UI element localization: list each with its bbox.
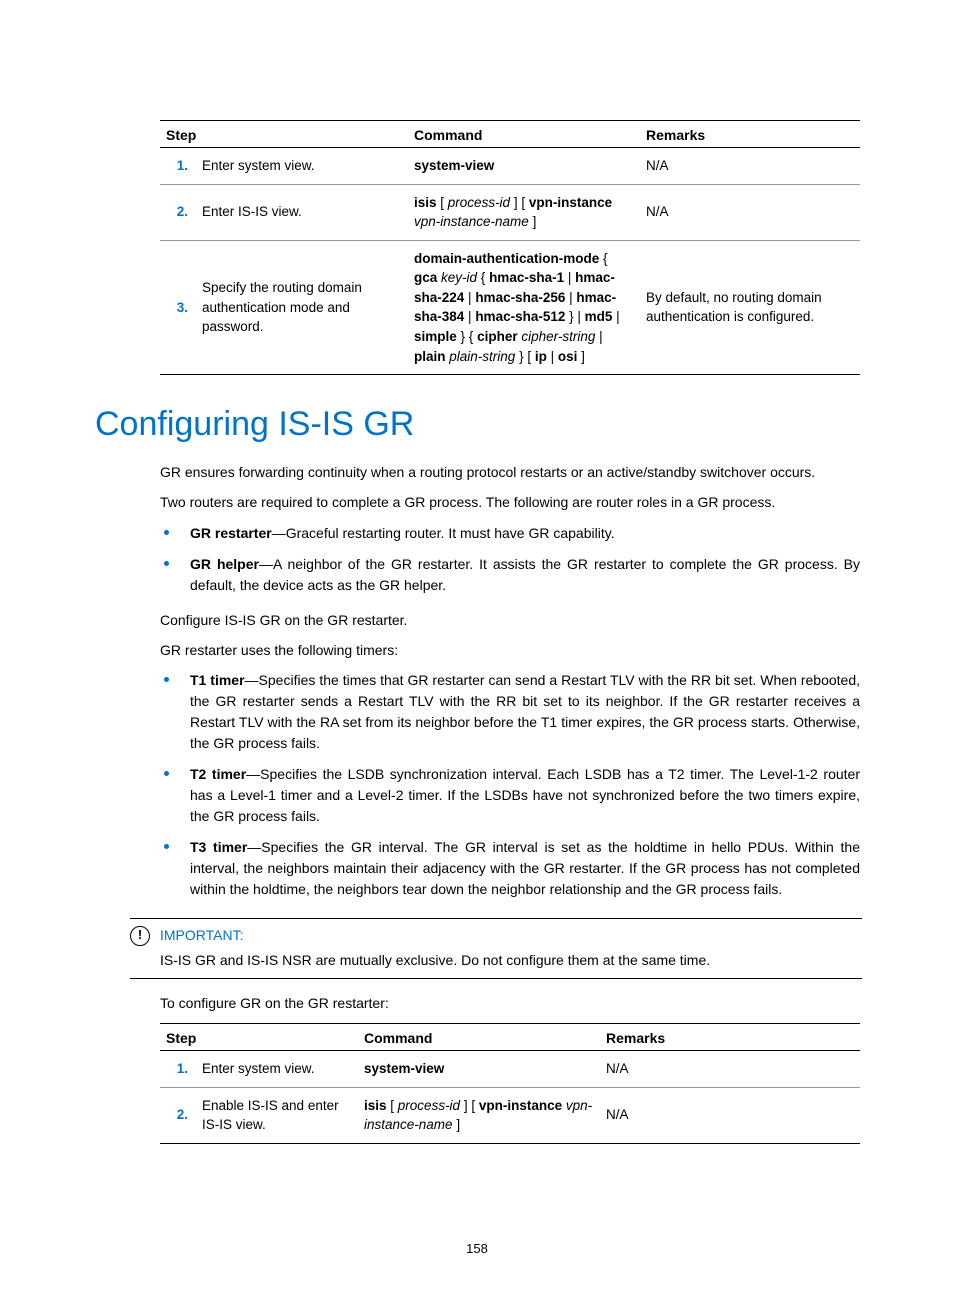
list-item: T3 timer—Specifies the GR interval. The … <box>160 837 860 900</box>
step-desc: Enable IS-IS and enter IS-IS view. <box>196 1087 358 1143</box>
step-command: system-view <box>358 1051 600 1088</box>
list-item: T2 timer—Specifies the LSDB synchronizat… <box>160 764 860 827</box>
section-heading: Configuring IS-IS GR <box>95 405 859 444</box>
step-number: 1. <box>160 1051 196 1088</box>
important-note: ! IMPORTANT: IS-IS GR and IS-IS NSR are … <box>130 918 862 979</box>
step-number: 2. <box>160 184 196 240</box>
step-desc: Enter system view. <box>196 148 408 185</box>
table-row: 1. Enter system view. system-view N/A <box>160 1051 860 1088</box>
step-command: domain-authentication-mode { gca key-id … <box>408 240 640 374</box>
th-command: Command <box>408 121 640 148</box>
step-remarks: N/A <box>600 1087 860 1143</box>
paragraph: GR ensures forwarding continuity when a … <box>160 462 860 482</box>
step-number: 2. <box>160 1087 196 1143</box>
step-desc: Enter IS-IS view. <box>196 184 408 240</box>
step-remarks: N/A <box>600 1051 860 1088</box>
table-row: 2. Enable IS-IS and enter IS-IS view. is… <box>160 1087 860 1143</box>
list-item: T1 timer—Specifies the times that GR res… <box>160 670 860 754</box>
paragraph: To configure GR on the GR restarter: <box>160 993 860 1013</box>
paragraph: GR restarter uses the following timers: <box>160 640 860 660</box>
step-number: 3. <box>160 240 196 374</box>
step-desc: Enter system view. <box>196 1051 358 1088</box>
step-number: 1. <box>160 148 196 185</box>
table-row: 3. Specify the routing domain authentica… <box>160 240 860 374</box>
step-remarks: N/A <box>640 148 860 185</box>
th-step: Step <box>160 1024 358 1051</box>
th-command: Command <box>358 1024 600 1051</box>
bullet-list-timers: T1 timer—Specifies the times that GR res… <box>160 670 860 900</box>
important-text: IS-IS GR and IS-IS NSR are mutually excl… <box>160 950 862 970</box>
step-command: system-view <box>408 148 640 185</box>
step-command: isis [ process-id ] [ vpn-instance vpn-i… <box>408 184 640 240</box>
important-icon: ! <box>130 926 150 946</box>
step-remarks: N/A <box>640 184 860 240</box>
page: Step Command Remarks 1. Enter system vie… <box>0 0 954 1296</box>
step-remarks: By default, no routing domain authentica… <box>640 240 860 374</box>
important-label: IMPORTANT: <box>160 925 862 945</box>
paragraph: Configure IS-IS GR on the GR restarter. <box>160 610 860 630</box>
th-remarks: Remarks <box>640 121 860 148</box>
table-row: 2. Enter IS-IS view. isis [ process-id ]… <box>160 184 860 240</box>
body-content: GR ensures forwarding continuity when a … <box>160 462 860 1013</box>
step-command: isis [ process-id ] [ vpn-instance vpn-i… <box>358 1087 600 1143</box>
th-remarks: Remarks <box>600 1024 860 1051</box>
steps-table-2: Step Command Remarks 1. Enter system vie… <box>160 1023 860 1144</box>
list-item: GR restarter—Graceful restarting router.… <box>160 523 860 544</box>
page-number: 158 <box>0 1241 954 1256</box>
step-desc: Specify the routing domain authenticatio… <box>196 240 408 374</box>
th-step: Step <box>160 121 408 148</box>
steps-table-1: Step Command Remarks 1. Enter system vie… <box>160 120 860 375</box>
table-row: 1. Enter system view. system-view N/A <box>160 148 860 185</box>
bullet-list-roles: GR restarter—Graceful restarting router.… <box>160 523 860 596</box>
list-item: GR helper—A neighbor of the GR restarter… <box>160 554 860 596</box>
paragraph: Two routers are required to complete a G… <box>160 492 860 512</box>
